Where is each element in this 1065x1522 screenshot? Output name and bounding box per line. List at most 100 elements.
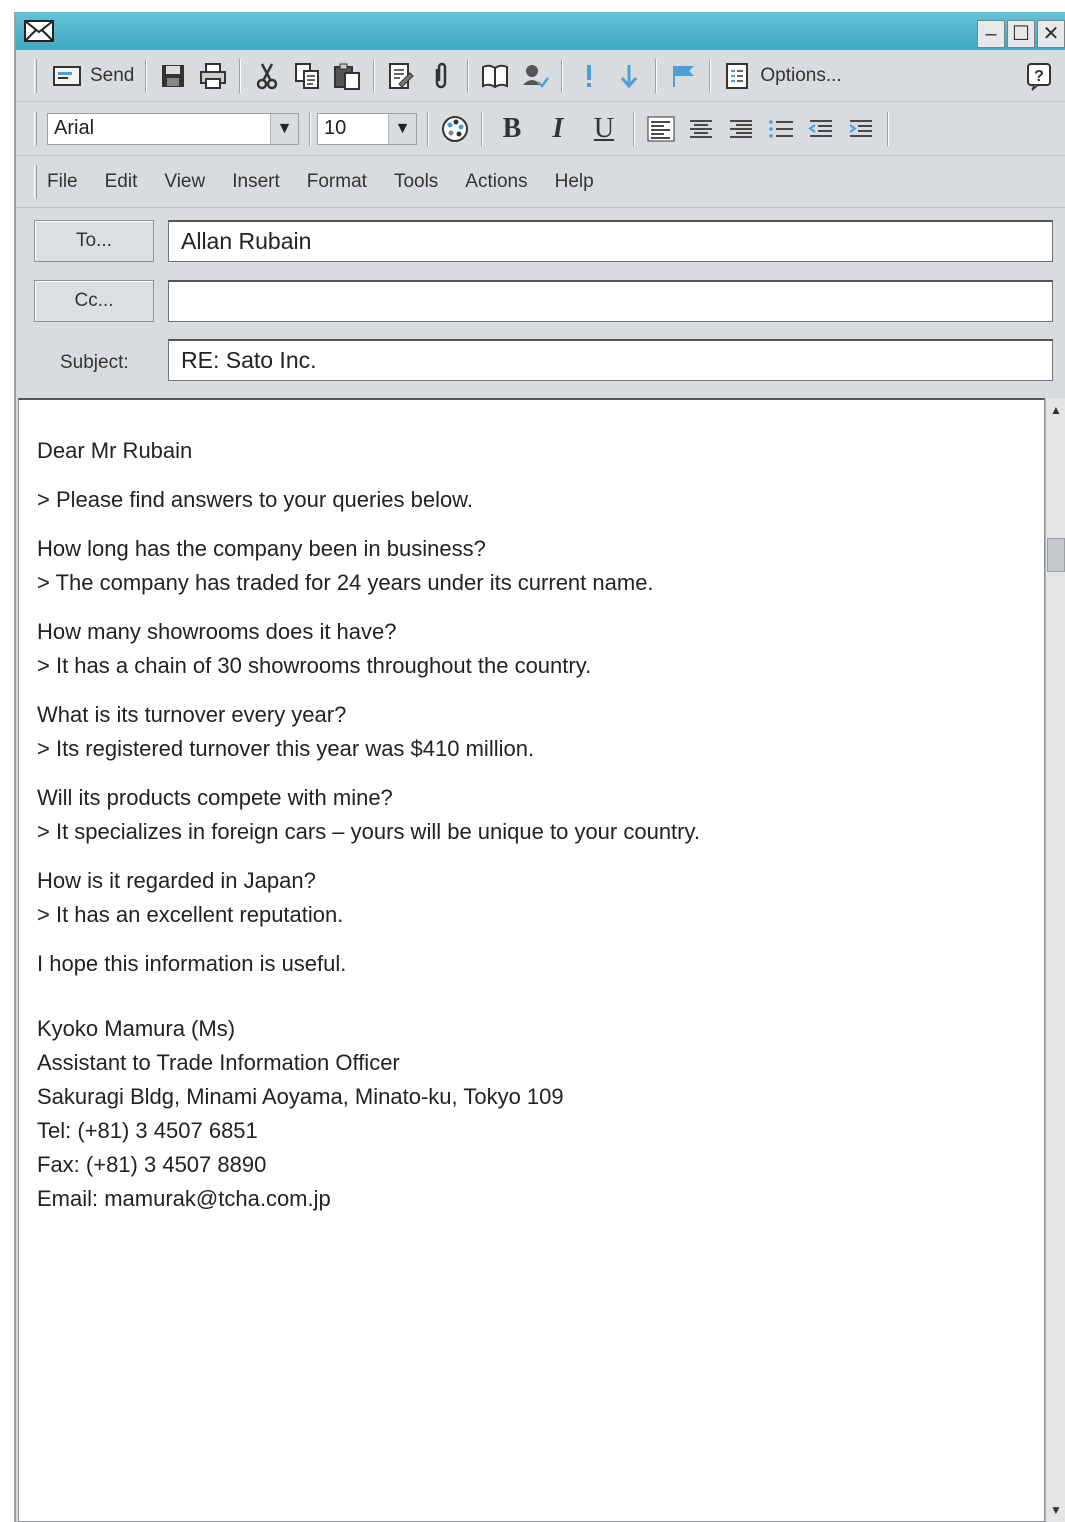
- scroll-thumb[interactable]: [1047, 538, 1065, 572]
- help-button[interactable]: ?: [1019, 58, 1059, 94]
- chevron-down-icon[interactable]: ▼: [388, 113, 416, 144]
- cc-button[interactable]: Cc...: [34, 280, 154, 322]
- paste-icon: [334, 63, 361, 90]
- question: How is it regarded in Japan?: [37, 868, 316, 893]
- menu-tools[interactable]: Tools: [394, 171, 438, 193]
- bold-label: B: [502, 112, 522, 144]
- menu-format[interactable]: Format: [307, 171, 367, 193]
- question: Will its products compete with mine?: [37, 785, 393, 810]
- decrease-indent-icon: [808, 119, 832, 137]
- cut-button[interactable]: [247, 58, 287, 94]
- options-document-icon: [726, 62, 749, 89]
- signature-title: Assistant to Trade Information Officer: [37, 1050, 400, 1075]
- help-icon: ?: [1027, 62, 1051, 91]
- italic-label: I: [552, 112, 564, 144]
- toolbar-grip[interactable]: [34, 58, 37, 93]
- question: What is its turnover every year?: [37, 702, 347, 727]
- palette-icon: [442, 115, 468, 142]
- check-user-button[interactable]: [515, 58, 555, 94]
- answer: > Its registered turnover this year was …: [37, 736, 535, 761]
- signature: Kyoko Mamura (Ms) Assistant to Trade Inf…: [37, 1012, 1024, 1216]
- options-button[interactable]: Options...: [717, 58, 846, 94]
- send-label: Send: [90, 64, 135, 86]
- options-label: Options...: [760, 64, 842, 86]
- underline-button[interactable]: U: [581, 111, 627, 147]
- bullets-button[interactable]: [761, 111, 801, 147]
- toolbar-separator: [709, 58, 712, 93]
- scissors-icon: [257, 62, 278, 89]
- arrow-down-icon: [621, 64, 638, 88]
- check-names-button[interactable]: [381, 58, 421, 94]
- toolbar-separator: [633, 111, 635, 146]
- subject-label: Subject:: [60, 352, 129, 373]
- font-size-value: 10: [324, 117, 347, 139]
- high-importance-button[interactable]: [569, 58, 609, 94]
- save-icon: [162, 64, 185, 87]
- italic-button[interactable]: I: [535, 111, 581, 147]
- maximize-button[interactable]: ☐: [1007, 20, 1035, 48]
- send-icon: [53, 65, 81, 86]
- paperclip-icon: [436, 62, 447, 88]
- align-center-icon: [690, 119, 712, 138]
- bold-button[interactable]: B: [489, 111, 535, 147]
- flag-icon: [673, 65, 695, 87]
- toolbar-separator: [655, 58, 658, 93]
- menu-file[interactable]: File: [47, 171, 78, 193]
- close-button[interactable]: ✕: [1037, 20, 1065, 48]
- underline-label: U: [593, 112, 615, 144]
- cc-field[interactable]: [168, 280, 1053, 322]
- decrease-indent-button[interactable]: [801, 111, 841, 147]
- paste-button[interactable]: [327, 58, 367, 94]
- menu-view[interactable]: View: [164, 171, 205, 193]
- copy-button[interactable]: [287, 58, 327, 94]
- toolbar-grip[interactable]: [34, 111, 37, 146]
- formatting-toolbar: Arial ▼ 10 ▼ B I U: [16, 102, 1065, 156]
- send-button[interactable]: Send: [47, 58, 139, 94]
- window-controls: – ☐ ✕: [977, 20, 1065, 48]
- menu-actions[interactable]: Actions: [465, 171, 527, 193]
- menu-bar: File Edit View Insert Format Tools Actio…: [16, 156, 1065, 208]
- minimize-button[interactable]: –: [977, 20, 1005, 48]
- print-button[interactable]: [193, 58, 233, 94]
- increase-indent-icon: [849, 119, 872, 137]
- message-text: Dear Mr Rubain > Please find answers to …: [37, 434, 1024, 1216]
- align-left-button[interactable]: [641, 111, 681, 147]
- increase-indent-button[interactable]: [841, 111, 881, 147]
- toolbar-separator: [239, 58, 242, 93]
- to-button[interactable]: To...: [34, 220, 154, 262]
- signature-fax: Fax: (+81) 3 4507 8890: [37, 1152, 267, 1177]
- chevron-down-icon[interactable]: ▼: [270, 113, 298, 144]
- printer-icon: [200, 62, 227, 89]
- vertical-scrollbar[interactable]: ▲ ▼: [1045, 398, 1065, 1522]
- email-window: – ☐ ✕ Send Options... ? Arial ▼ 10 ▼ B I…: [14, 12, 1065, 1522]
- align-right-button[interactable]: [721, 111, 761, 147]
- address-book-button[interactable]: [475, 58, 515, 94]
- attach-button[interactable]: [421, 58, 461, 94]
- intro-line: > Please find answers to your queries be…: [37, 487, 473, 512]
- scroll-down-arrow-icon[interactable]: ▼: [1046, 1500, 1065, 1520]
- copy-icon: [295, 62, 320, 89]
- address-book-icon: [482, 64, 509, 88]
- menu-edit[interactable]: Edit: [105, 171, 138, 193]
- scroll-up-arrow-icon[interactable]: ▲: [1046, 400, 1065, 420]
- align-left-icon: [647, 116, 675, 141]
- align-center-button[interactable]: [681, 111, 721, 147]
- menu-insert[interactable]: Insert: [232, 171, 280, 193]
- answer: > It specializes in foreign cars – yours…: [37, 819, 700, 844]
- align-right-icon: [730, 119, 752, 138]
- to-field[interactable]: Allan Rubain: [168, 220, 1053, 262]
- subject-field[interactable]: RE: Sato Inc.: [168, 339, 1053, 381]
- signature-tel: Tel: (+81) 3 4507 6851: [37, 1118, 258, 1143]
- answer: > The company has traded for 24 years un…: [37, 570, 654, 595]
- menu-help[interactable]: Help: [555, 171, 594, 193]
- message-body[interactable]: Dear Mr Rubain > Please find answers to …: [18, 398, 1045, 1522]
- toolbar-separator: [427, 111, 429, 146]
- font-color-button[interactable]: [435, 111, 475, 147]
- save-button[interactable]: [153, 58, 193, 94]
- low-importance-button[interactable]: [609, 58, 649, 94]
- flag-button[interactable]: [663, 58, 703, 94]
- toolbar-grip[interactable]: [34, 164, 37, 199]
- font-name-select[interactable]: Arial ▼: [47, 112, 299, 145]
- title-bar: – ☐ ✕: [16, 12, 1065, 50]
- font-size-select[interactable]: 10 ▼: [317, 112, 417, 145]
